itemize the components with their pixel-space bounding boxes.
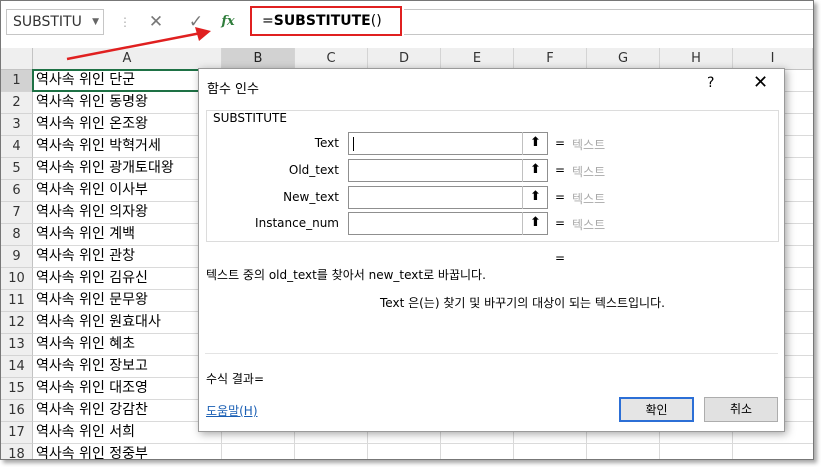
argument-value: 텍스트 — [572, 218, 606, 232]
equals-sign: = — [555, 136, 566, 150]
argument-row-new-text: New_text ⬆ = 텍스트 — [199, 186, 784, 210]
collapse-dialog-icon[interactable]: ⬆ — [522, 186, 548, 209]
annotation-arrow-icon — [66, 27, 211, 61]
dialog-title: 함수 인수 — [207, 82, 259, 97]
column-header-c[interactable]: C — [295, 48, 368, 70]
cell-a[interactable]: 역사속 위인 강감찬 — [33, 400, 222, 422]
text-argument-input[interactable] — [348, 132, 548, 155]
function-name: SUBSTITUTE — [211, 111, 289, 125]
cell-a[interactable]: 역사속 위인 온조왕 — [33, 114, 222, 136]
equals-sign: = — [555, 163, 566, 177]
column-header-h[interactable]: H — [660, 48, 733, 70]
row-header[interactable]: 18 — [1, 444, 33, 459]
cell-a[interactable]: 역사속 위인 대조영 — [33, 378, 222, 400]
column-header-i[interactable]: I — [733, 48, 813, 70]
new-text-argument-input[interactable] — [348, 186, 548, 209]
row-header[interactable]: 15 — [1, 378, 33, 400]
formula-function: SUBSTITUTE — [273, 13, 371, 29]
divider — [205, 353, 778, 354]
old-text-argument-input[interactable] — [348, 159, 548, 182]
cell-a[interactable]: 역사속 위인 이사부 — [33, 180, 222, 202]
select-all-corner[interactable] — [1, 48, 33, 70]
instance-num-argument-input[interactable] — [348, 212, 548, 235]
row-header[interactable]: 8 — [1, 224, 33, 246]
equals-sign: = — [555, 190, 566, 204]
formula-input[interactable]: =SUBSTITUTE() — [250, 6, 402, 36]
gridline — [222, 443, 813, 444]
row-header[interactable]: 6 — [1, 180, 33, 202]
argument-label: Text — [314, 136, 339, 150]
column-header-f[interactable]: F — [514, 48, 587, 70]
argument-row-instance-num: Instance_num ⬆ = 텍스트 — [199, 212, 784, 236]
argument-value: 텍스트 — [572, 138, 606, 152]
argument-value: 텍스트 — [572, 192, 606, 206]
column-header-d[interactable]: D — [368, 48, 441, 70]
row-header[interactable]: 16 — [1, 400, 33, 422]
row-header[interactable]: 5 — [1, 158, 33, 180]
row-header[interactable]: 2 — [1, 92, 33, 114]
formula-result-label: 수식 결과= — [206, 372, 265, 386]
cell-a[interactable]: 역사속 위인 서희 — [33, 422, 222, 444]
argument-label: New_text — [283, 190, 339, 204]
ok-button[interactable]: 확인 — [619, 397, 694, 422]
cell-a[interactable]: 역사속 위인 원효대사 — [33, 312, 222, 334]
cell-a[interactable]: 역사속 위인 관창 — [33, 246, 222, 268]
row-header[interactable]: 10 — [1, 268, 33, 290]
cell-a[interactable]: 역사속 위인 문무왕 — [33, 290, 222, 312]
cancel-button[interactable]: 취소 — [704, 397, 778, 422]
row-header[interactable]: 4 — [1, 136, 33, 158]
function-arguments-dialog: 함수 인수 ? ✕ SUBSTITUTE Text ⬆ = 텍스트 Old_te… — [198, 68, 785, 432]
cell-a[interactable]: 역사속 위인 장보고 — [33, 356, 222, 378]
argument-value: 텍스트 — [572, 165, 606, 179]
row-header[interactable]: 12 — [1, 312, 33, 334]
help-icon[interactable]: ? — [707, 75, 714, 91]
cell-a[interactable]: 역사속 위인 광개토대왕 — [33, 158, 222, 180]
argument-row-text: Text ⬆ = 텍스트 — [199, 132, 784, 156]
row-header[interactable]: 17 — [1, 422, 33, 444]
row-header[interactable]: 14 — [1, 356, 33, 378]
function-description: 텍스트 중의 old_text를 찾아서 new_text로 바꿉니다. — [206, 268, 486, 282]
help-link[interactable]: 도움말(H) — [206, 402, 258, 419]
row-header[interactable]: 7 — [1, 202, 33, 224]
argument-label: Instance_num — [255, 216, 339, 230]
collapse-dialog-icon[interactable]: ⬆ — [522, 212, 548, 235]
function-result-equals: = — [555, 251, 566, 265]
cell-a[interactable]: 역사속 위인 의자왕 — [33, 202, 222, 224]
formula-input-extension[interactable] — [404, 9, 813, 35]
cell-a[interactable]: 역사속 위인 박혁거세 — [33, 136, 222, 158]
argument-description: Text 은(는) 찾기 및 바꾸기의 대상이 되는 텍스트입니다. — [380, 296, 665, 310]
active-cell-border — [32, 69, 222, 92]
formula-prefix: = — [262, 13, 274, 29]
cell-a[interactable]: 역사속 위인 계백 — [33, 224, 222, 246]
row-header[interactable]: 13 — [1, 334, 33, 356]
column-header-e[interactable]: E — [441, 48, 514, 70]
cell-a[interactable]: 역사속 위인 김유신 — [33, 268, 222, 290]
close-icon[interactable]: ✕ — [753, 72, 768, 93]
cell-a[interactable]: 역사속 위인 동명왕 — [33, 92, 222, 114]
formula-suffix: () — [370, 13, 382, 29]
collapse-dialog-icon[interactable]: ⬆ — [522, 159, 548, 182]
cell-a[interactable]: 역사속 위인 정중부 — [33, 444, 222, 459]
cell-a[interactable]: 역사속 위인 혜초 — [33, 334, 222, 356]
column-header-g[interactable]: G — [587, 48, 660, 70]
excel-window: SUBSTITU ▼ ⋮ ✕ ✓ fx =SUBSTITUTE() A B C … — [0, 0, 814, 460]
row-header[interactable]: 1 — [1, 70, 33, 92]
row-header[interactable]: 3 — [1, 114, 33, 136]
equals-sign: = — [555, 216, 566, 230]
row-header[interactable]: 9 — [1, 246, 33, 268]
row-header[interactable]: 11 — [1, 290, 33, 312]
collapse-dialog-icon[interactable]: ⬆ — [522, 132, 548, 155]
argument-label: Old_text — [288, 163, 339, 177]
argument-row-old-text: Old_text ⬆ = 텍스트 — [199, 159, 784, 183]
